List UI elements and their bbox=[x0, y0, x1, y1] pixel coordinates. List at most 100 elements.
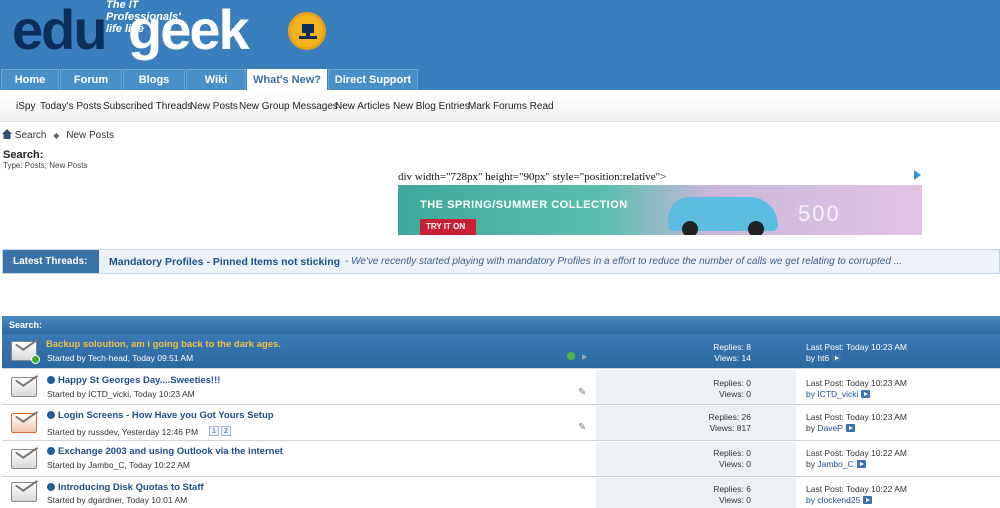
breadcrumb-search[interactable]: Search bbox=[15, 130, 47, 141]
thread-status-icon bbox=[11, 475, 39, 502]
adchoices-icon[interactable] bbox=[912, 170, 922, 180]
go-to-last-post-icon[interactable] bbox=[861, 390, 871, 398]
thread-stats: Replies: 0 Views: 0 bbox=[596, 370, 796, 404]
attachment-icon: ✎ bbox=[578, 422, 587, 433]
new-post-bullet-icon[interactable] bbox=[47, 483, 55, 491]
car-image bbox=[668, 197, 778, 235]
results-header: Search: bbox=[2, 316, 1000, 334]
ad-banner[interactable]: THE SPRING/SUMMER COLLECTION TRY IT ON 5… bbox=[398, 185, 922, 235]
go-to-last-post-icon[interactable] bbox=[856, 460, 866, 468]
thread-title[interactable]: Exchange 2003 and using Outlook via the … bbox=[58, 446, 283, 457]
table-row[interactable]: Introducing Disk Quotas to Staff Started… bbox=[2, 475, 1000, 508]
home-icon[interactable] bbox=[2, 129, 12, 139]
thread-started-by: Started by dgardner, Today 10:01 AM bbox=[47, 495, 188, 505]
table-row[interactable]: Exchange 2003 and using Outlook via the … bbox=[2, 442, 1000, 477]
thread-replies: Replies: 0 bbox=[713, 378, 751, 388]
ad-cta-button[interactable]: TRY IT ON bbox=[420, 219, 476, 235]
thread-status-icon bbox=[11, 370, 39, 397]
thread-stats: Replies: 8 Views: 14 bbox=[596, 334, 796, 368]
new-post-bullet-icon[interactable] bbox=[47, 376, 55, 384]
subnav-todays-posts[interactable]: Today's Posts bbox=[40, 101, 101, 112]
subnav-new-group-messages[interactable]: New Group Messages bbox=[239, 101, 338, 112]
tab-forum[interactable]: Forum bbox=[60, 69, 122, 90]
subnav-new-blog-entries[interactable]: New Blog Entries bbox=[393, 101, 470, 112]
search-type: Type: Posts; New Posts bbox=[3, 161, 88, 170]
last-post-by: by clockend25 bbox=[806, 495, 873, 505]
subnav-ispy[interactable]: iSpy bbox=[16, 101, 35, 112]
breadcrumb: Search ◆ New Posts bbox=[2, 128, 118, 141]
subnav-new-posts[interactable]: New Posts bbox=[190, 101, 238, 112]
last-post-by: by ht6 bbox=[806, 353, 842, 363]
page-title: Search: bbox=[3, 149, 44, 161]
latest-thread-link[interactable]: Mandatory Profiles - Pinned Items not st… bbox=[109, 256, 340, 268]
logo-geek-text: geek bbox=[128, 0, 250, 61]
table-row[interactable]: Backup soloution, am i going back to the… bbox=[2, 334, 1000, 369]
thread-replies: Replies: 26 bbox=[708, 412, 751, 422]
last-post-user[interactable]: Jambo_C bbox=[817, 459, 853, 469]
breadcrumb-separator-icon: ◆ bbox=[53, 131, 60, 140]
new-post-bullet-icon[interactable] bbox=[47, 411, 55, 419]
latest-thread-excerpt: - We've recently started playing with ma… bbox=[345, 256, 902, 267]
tab-blogs[interactable]: Blogs bbox=[123, 69, 185, 90]
go-to-last-post-icon[interactable] bbox=[832, 354, 842, 362]
thread-started-by: Started by ICTD_vicki, Today 10:23 AM bbox=[47, 389, 195, 399]
thread-title[interactable]: Backup soloution, am i going back to the… bbox=[46, 339, 281, 350]
logo-edu-text: edu bbox=[12, 0, 108, 61]
new-posts-badge-icon bbox=[31, 355, 40, 364]
last-post-user[interactable]: DaveP bbox=[817, 423, 843, 433]
tab-direct-support[interactable]: Direct Support bbox=[328, 69, 418, 90]
last-post-time: Last Post: Today 10:23 AM bbox=[806, 342, 907, 352]
latest-threads-label: Latest Threads: bbox=[3, 250, 99, 273]
thread-views: Views: 0 bbox=[719, 459, 751, 469]
table-row[interactable]: Happy St Georges Day....Sweeties!!! Star… bbox=[2, 370, 1000, 405]
last-post-time: Last Post: Today 10:23 AM bbox=[806, 412, 907, 422]
last-post-by: by DaveP bbox=[806, 423, 855, 433]
thread-replies: Replies: 0 bbox=[713, 448, 751, 458]
thread-status-icon bbox=[11, 442, 39, 469]
new-post-bullet-icon[interactable] bbox=[47, 447, 55, 455]
table-row[interactable]: Login Screens - How Have you Got Yours S… bbox=[2, 406, 1000, 441]
latest-threads-bar: Latest Threads: Mandatory Profiles - Pin… bbox=[2, 249, 1000, 274]
thread-stats: Replies: 6 Views: 0 bbox=[596, 478, 796, 508]
attachment-icon: ✎ bbox=[578, 387, 587, 398]
thread-views: Views: 0 bbox=[719, 389, 751, 399]
breadcrumb-new-posts: New Posts bbox=[66, 130, 114, 141]
page-link[interactable]: 2 bbox=[221, 426, 231, 436]
site-header: The IT Professionals' life line edu geek bbox=[0, 0, 1000, 68]
ad-headline: THE SPRING/SUMMER COLLECTION bbox=[420, 199, 628, 211]
ad-raw-text: div width="728px" height="90px" style="p… bbox=[398, 171, 667, 183]
last-post-by: by Jambo_C bbox=[806, 459, 866, 469]
sub-nav: iSpy Today's Posts Subscribed Threads Ne… bbox=[0, 90, 1000, 122]
thread-stats: Replies: 26 Views: 817 bbox=[596, 406, 796, 440]
thread-pages: 12 bbox=[209, 426, 233, 436]
thread-views: Views: 14 bbox=[714, 353, 751, 363]
subnav-subscribed-threads[interactable]: Subscribed Threads bbox=[103, 101, 192, 112]
go-to-last-post-icon[interactable] bbox=[845, 424, 855, 432]
last-post-user[interactable]: by ICTD_vicki bbox=[806, 389, 858, 399]
arrow-icon bbox=[582, 354, 587, 360]
last-post-user[interactable]: by clockend25 bbox=[806, 495, 860, 505]
tab-whats-new[interactable]: What's New? bbox=[247, 69, 327, 90]
thread-title[interactable]: Happy St Georges Day....Sweeties!!! bbox=[58, 375, 220, 386]
last-post-time: Last Post: Today 10:22 AM bbox=[806, 448, 907, 458]
thread-replies: Replies: 8 bbox=[713, 342, 751, 352]
tab-wiki[interactable]: Wiki bbox=[186, 69, 246, 90]
last-post-by: by ICTD_vicki bbox=[806, 389, 871, 399]
tab-home[interactable]: Home bbox=[1, 69, 59, 90]
thread-started-by: Started by russdev, Yesterday 12:46 PM bbox=[47, 427, 199, 437]
last-post-time: Last Post: Today 10:23 AM bbox=[806, 378, 907, 388]
thread-replies: Replies: 6 bbox=[713, 484, 751, 494]
last-post-user[interactable]: by ht6 bbox=[806, 353, 829, 363]
thread-title[interactable]: Login Screens - How Have you Got Yours S… bbox=[58, 410, 274, 421]
go-to-last-post-icon[interactable] bbox=[863, 496, 873, 504]
computer-icon bbox=[288, 12, 326, 50]
subnav-new-articles[interactable]: New Articles bbox=[335, 101, 390, 112]
thread-started-by: Started by Tech-head, Today 09:51 AM bbox=[47, 353, 194, 363]
subscribed-icon bbox=[567, 352, 575, 360]
thread-title[interactable]: Introducing Disk Quotas to Staff bbox=[58, 482, 204, 493]
hot-thread-icon bbox=[11, 406, 39, 433]
subnav-mark-forums-read[interactable]: Mark Forums Read bbox=[468, 101, 554, 112]
ad-model-text: 500 bbox=[798, 201, 841, 226]
page-link[interactable]: 1 bbox=[209, 426, 219, 436]
thread-started-by: Started by Jambo_C, Today 10:22 AM bbox=[47, 460, 191, 470]
